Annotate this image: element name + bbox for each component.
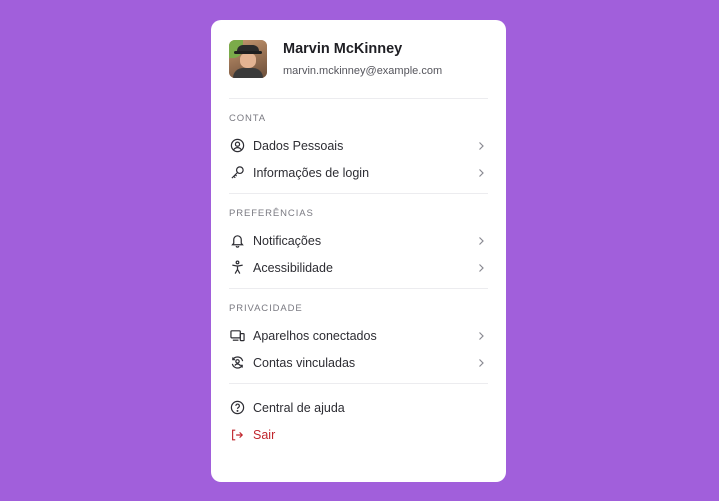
menu-item-label: Notificações [253, 233, 322, 248]
chevron-right-icon [479, 358, 484, 367]
menu-item-dados-pessoais[interactable]: Dados Pessoais [229, 132, 488, 159]
section-title: PRIVACIDADE [229, 303, 303, 314]
section-title: PREFERÊNCIAS [229, 208, 314, 219]
profile-header: Marvin McKinney marvin.mckinney@example.… [229, 20, 488, 98]
menu-item-informacoes-login[interactable]: Informações de login [229, 159, 488, 186]
key-icon [229, 165, 245, 181]
menu-item-label: Contas vinculadas [253, 355, 356, 370]
logout-icon [229, 427, 245, 443]
account-menu-card: Marvin McKinney marvin.mckinney@example.… [211, 20, 506, 482]
menu-item-label: Acessibilidade [253, 260, 333, 275]
section-preferencias: PREFERÊNCIAS Notificações Acessibilidade [229, 194, 488, 288]
profile-info: Marvin McKinney marvin.mckinney@example.… [283, 40, 442, 77]
menu-item-label: Central de ajuda [253, 400, 345, 415]
menu-item-notificacoes[interactable]: Notificações [229, 227, 488, 254]
menu-item-central-de-ajuda[interactable]: Central de ajuda [229, 394, 488, 421]
chevron-right-icon [479, 236, 484, 245]
section-title: CONTA [229, 113, 267, 124]
menu-item-contas-vinculadas[interactable]: Contas vinculadas [229, 349, 488, 376]
menu-item-aparelhos-conectados[interactable]: Aparelhos conectados [229, 322, 488, 349]
menu-item-label: Dados Pessoais [253, 138, 344, 153]
logout-label: Sair [253, 427, 276, 442]
menu-item-label: Aparelhos conectados [253, 328, 377, 343]
profile-name: Marvin McKinney [283, 41, 403, 57]
section-privacidade: PRIVACIDADE Aparelhos conectados Contas … [229, 289, 488, 383]
menu-item-acessibilidade[interactable]: Acessibilidade [229, 254, 488, 281]
linked-accounts-icon [229, 355, 245, 371]
footer-section: Central de ajuda Sair [229, 384, 488, 448]
chevron-right-icon [479, 168, 484, 177]
chevron-right-icon [479, 141, 484, 150]
devices-icon [229, 328, 245, 344]
avatar [229, 40, 267, 78]
help-circle-icon [229, 400, 245, 416]
chevron-right-icon [479, 263, 484, 272]
section-conta: CONTA Dados Pessoais Informações de logi… [229, 99, 488, 193]
bell-icon [229, 233, 245, 249]
accessibility-icon [229, 260, 245, 276]
chevron-right-icon [479, 331, 484, 340]
user-circle-icon [229, 138, 245, 154]
logout-button[interactable]: Sair [229, 421, 488, 448]
menu-item-label: Informações de login [253, 165, 370, 180]
profile-email: marvin.mckinney@example.com [283, 65, 443, 77]
